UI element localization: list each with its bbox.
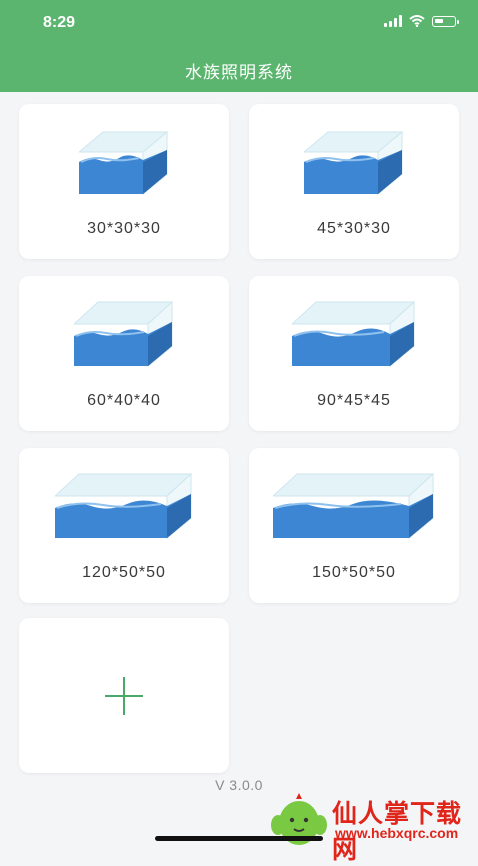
version-label: V 3.0.0 <box>215 777 263 793</box>
tank-size-label: 90*45*45 <box>317 392 391 409</box>
status-icons <box>384 15 459 27</box>
tank-card-90x45x45[interactable]: 90*45*45 <box>249 276 459 431</box>
aquarium-icon <box>292 300 416 368</box>
home-indicator[interactable] <box>155 836 323 841</box>
tank-card-30x30x30[interactable]: 30*30*30 <box>19 104 229 259</box>
aquarium-icon <box>55 472 193 540</box>
plus-icon <box>105 677 143 715</box>
battery-icon <box>432 15 459 27</box>
add-tank-button[interactable] <box>19 618 229 773</box>
tank-size-label: 120*50*50 <box>82 564 166 581</box>
tank-card-150x50x50[interactable]: 150*50*50 <box>249 448 459 603</box>
aquarium-icon <box>304 130 404 196</box>
aquarium-icon <box>79 130 169 196</box>
tank-size-label: 60*40*40 <box>87 392 161 409</box>
tank-card-120x50x50[interactable]: 120*50*50 <box>19 448 229 603</box>
status-time: 8:29 <box>43 14 76 31</box>
aquarium-icon <box>74 300 174 368</box>
tank-card-60x40x40[interactable]: 60*40*40 <box>19 276 229 431</box>
signal-icon <box>384 15 402 27</box>
tank-size-label: 150*50*50 <box>312 564 396 581</box>
watermark-url: www.hebxqrc.com <box>335 825 459 841</box>
tank-card-45x30x30[interactable]: 45*30*30 <box>249 104 459 259</box>
tank-size-label: 30*30*30 <box>87 220 161 237</box>
page-title: 水族照明系统 <box>185 63 293 82</box>
wifi-icon <box>409 15 425 27</box>
app-header: 8:29 水族照明系统 <box>0 0 478 92</box>
tank-size-label: 45*30*30 <box>317 220 391 237</box>
aquarium-icon <box>273 472 435 540</box>
